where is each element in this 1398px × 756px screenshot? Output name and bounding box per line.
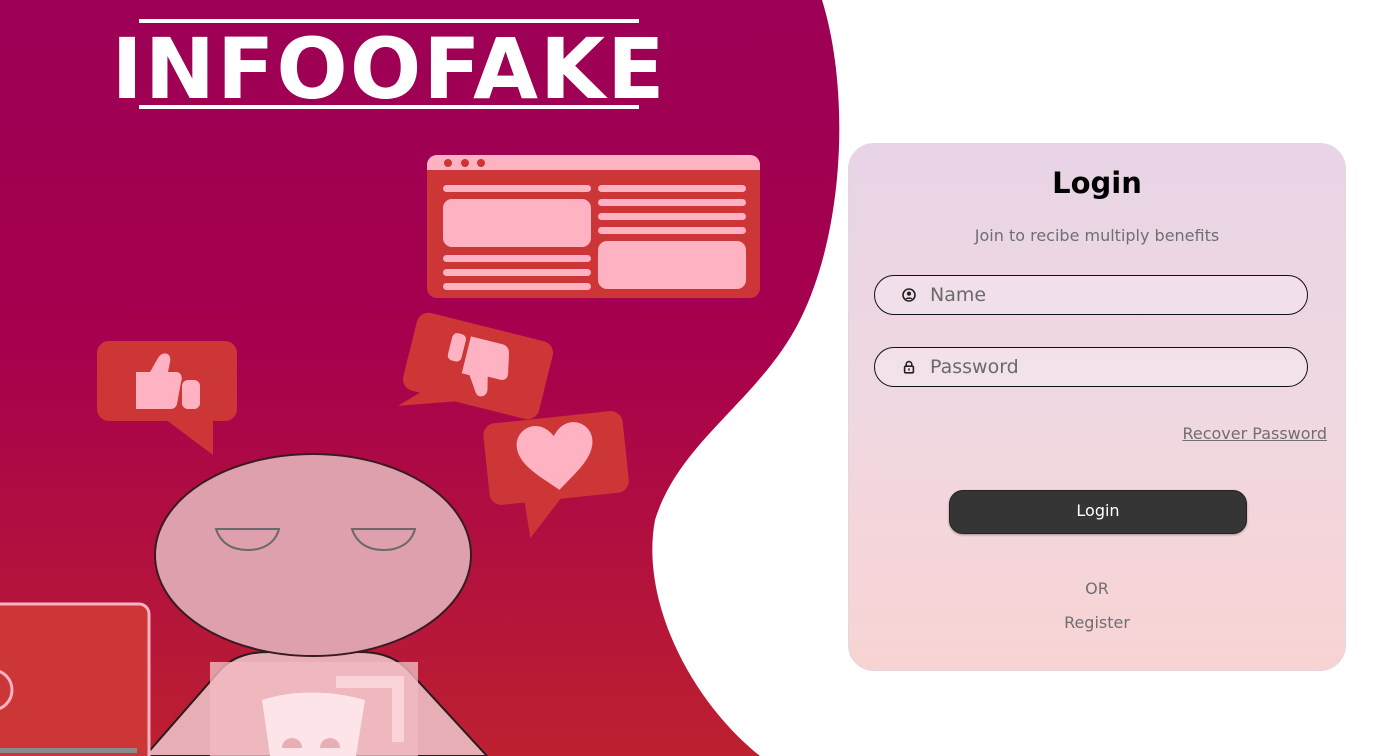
login-card: Login Join to recibe multiply benefits R… [848,143,1346,671]
login-button[interactable]: Login [949,490,1247,534]
brand-logo: INFOOFAKE [112,19,667,118]
password-input[interactable] [930,348,1290,385]
or-divider-text: OR [1085,579,1109,598]
brand-logo-text: INFOOFAKE [112,20,667,118]
login-page: INFOOFAKE Login Join to recibe multiply … [0,0,1398,756]
name-field[interactable] [874,275,1308,315]
password-field[interactable] [874,347,1308,387]
lock-icon [903,360,915,374]
bored-person [143,453,489,756]
browser-window-icon [427,155,760,298]
login-subtitle: Join to recibe multiply benefits [974,226,1220,245]
login-title: Login [1052,166,1142,200]
laptop [0,602,151,756]
recover-password-link[interactable]: Recover Password [1182,424,1327,443]
register-link[interactable]: Register [849,613,1345,632]
name-input[interactable] [930,276,1290,313]
user-circle-icon [902,288,916,302]
